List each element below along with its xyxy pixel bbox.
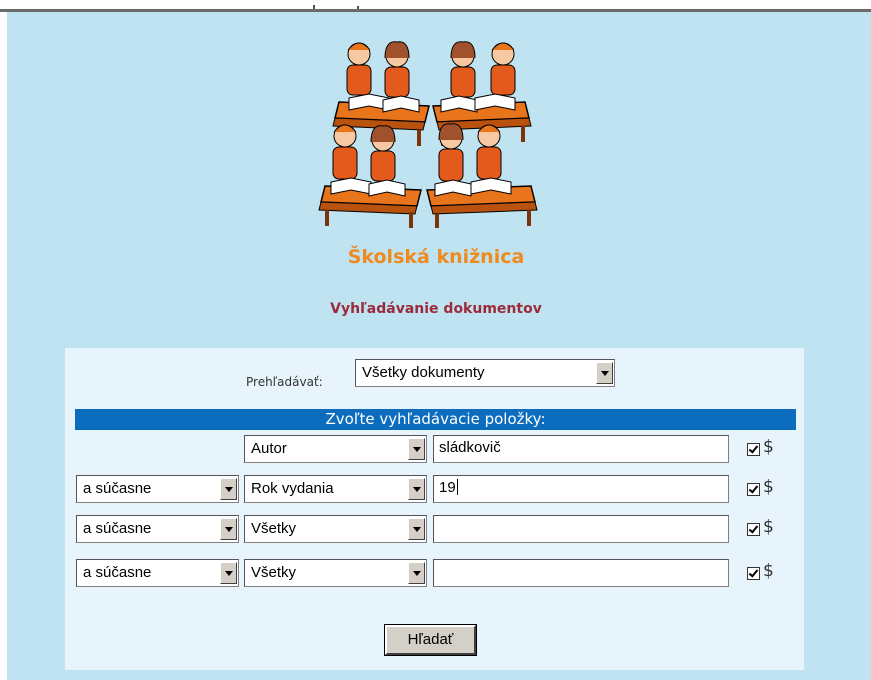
operator-select-value: a súčasne bbox=[83, 520, 152, 537]
browser-top-edge bbox=[0, 0, 871, 12]
top-tick-mark bbox=[357, 6, 359, 9]
operator-select-value: a súčasne bbox=[83, 480, 152, 497]
operator-select-3[interactable]: a súčasne bbox=[76, 515, 239, 543]
chevron-down-icon[interactable] bbox=[408, 518, 425, 540]
fields-header-bar: Zvoľte vyhľadávacie položky: bbox=[75, 409, 796, 430]
field-select-value: Autor bbox=[251, 440, 287, 457]
search-input-value: sládkovič bbox=[439, 439, 501, 456]
student-figure bbox=[438, 123, 464, 182]
field-select-1[interactable]: Autor bbox=[244, 435, 427, 463]
page-body: Školská knižnica Vyhľadávanie dokumentov… bbox=[7, 12, 871, 680]
student-figure bbox=[490, 42, 516, 96]
chevron-down-icon[interactable] bbox=[220, 518, 237, 540]
student-figure bbox=[370, 125, 396, 182]
chevron-down-icon[interactable] bbox=[596, 362, 613, 384]
search-input-2[interactable]: 19 bbox=[433, 475, 729, 503]
chevron-down-icon[interactable] bbox=[408, 562, 425, 584]
field-select-4[interactable]: Všetky bbox=[244, 559, 427, 587]
checkbox-1[interactable] bbox=[747, 443, 760, 456]
student-figure bbox=[384, 41, 410, 98]
search-input-value: 19 bbox=[439, 479, 456, 496]
chevron-down-icon[interactable] bbox=[220, 478, 237, 500]
operator-select-value: a súčasne bbox=[83, 564, 152, 581]
search-input-4[interactable] bbox=[433, 559, 729, 587]
checkbox-4[interactable] bbox=[747, 567, 760, 580]
dollar-label: $ bbox=[763, 437, 774, 457]
chevron-down-icon[interactable] bbox=[220, 562, 237, 584]
search-input-1[interactable]: sládkovič bbox=[433, 435, 729, 463]
chevron-down-icon[interactable] bbox=[408, 478, 425, 500]
field-select-value: Všetky bbox=[251, 520, 297, 537]
operator-select-4[interactable]: a súčasne bbox=[76, 559, 239, 587]
scope-select-value: Všetky dokumenty bbox=[362, 364, 485, 381]
checkbox-3[interactable] bbox=[747, 523, 760, 536]
scope-select[interactable]: Všetky dokumenty bbox=[355, 359, 615, 387]
student-figure bbox=[450, 41, 476, 98]
field-select-value: Rok vydania bbox=[251, 480, 334, 497]
search-button[interactable]: Hľadať bbox=[384, 624, 477, 656]
student-figure bbox=[332, 124, 358, 180]
dollar-label: $ bbox=[763, 561, 774, 581]
dollar-label: $ bbox=[763, 477, 774, 497]
search-input-3[interactable] bbox=[433, 515, 729, 543]
checkbox-2[interactable] bbox=[747, 483, 760, 496]
library-title: Školská knižnica bbox=[347, 246, 525, 268]
top-tick-mark bbox=[313, 5, 315, 9]
chevron-down-icon[interactable] bbox=[408, 438, 425, 460]
search-title: Vyhľadávanie dokumentov bbox=[330, 301, 542, 317]
dollar-label: $ bbox=[763, 517, 774, 537]
field-select-3[interactable]: Všetky bbox=[244, 515, 427, 543]
student-figure bbox=[346, 42, 372, 96]
desk-group bbox=[332, 101, 532, 146]
students-reading-logo-icon bbox=[318, 41, 538, 228]
text-caret bbox=[456, 479, 458, 495]
field-select-value: Všetky bbox=[251, 564, 297, 581]
search-form-panel: Prehľadávať: Všetky dokumenty Zvoľte vyh… bbox=[65, 348, 804, 670]
student-figure bbox=[476, 124, 502, 180]
operator-select-2[interactable]: a súčasne bbox=[76, 475, 239, 503]
scope-label: Prehľadávať: bbox=[246, 375, 323, 389]
field-select-2[interactable]: Rok vydania bbox=[244, 475, 427, 503]
